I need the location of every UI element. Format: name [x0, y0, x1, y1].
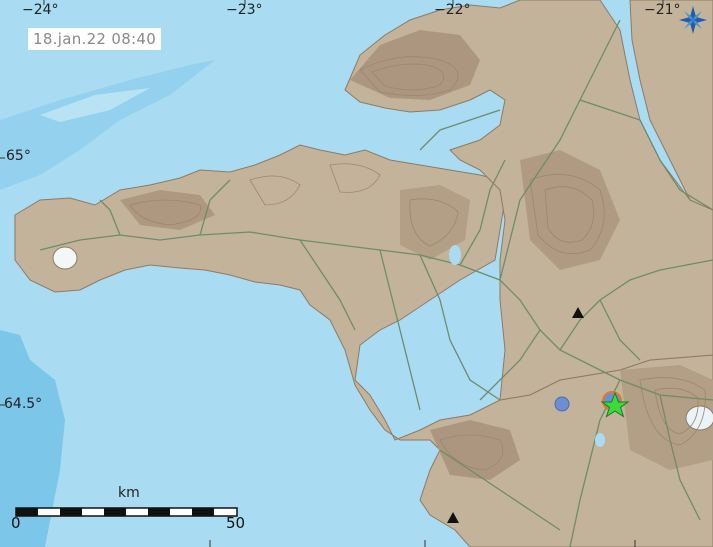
lake — [449, 245, 461, 265]
scale-min-label: 0 — [11, 514, 21, 532]
longitude-label: −21° — [644, 2, 681, 18]
longitude-label: −24° — [22, 2, 59, 18]
lake — [595, 433, 605, 447]
longitude-label: −23° — [226, 2, 263, 18]
longitude-label: −22° — [434, 2, 471, 18]
timestamp-label: 18.jan.22 08:40 — [28, 28, 162, 50]
map-view[interactable]: −24° −23° −22° −21° 65° 64.5° 18.jan.22 … — [0, 0, 713, 547]
scale-max-label: 50 — [226, 514, 246, 532]
map-canvas — [0, 0, 713, 547]
latitude-label: 64.5° — [4, 396, 43, 412]
glacier — [52, 246, 78, 270]
latitude-label: 65° — [6, 148, 31, 164]
earthquake-dot[interactable] — [554, 396, 570, 412]
scale-unit-label: km — [118, 485, 140, 501]
scale-bar — [15, 507, 238, 517]
